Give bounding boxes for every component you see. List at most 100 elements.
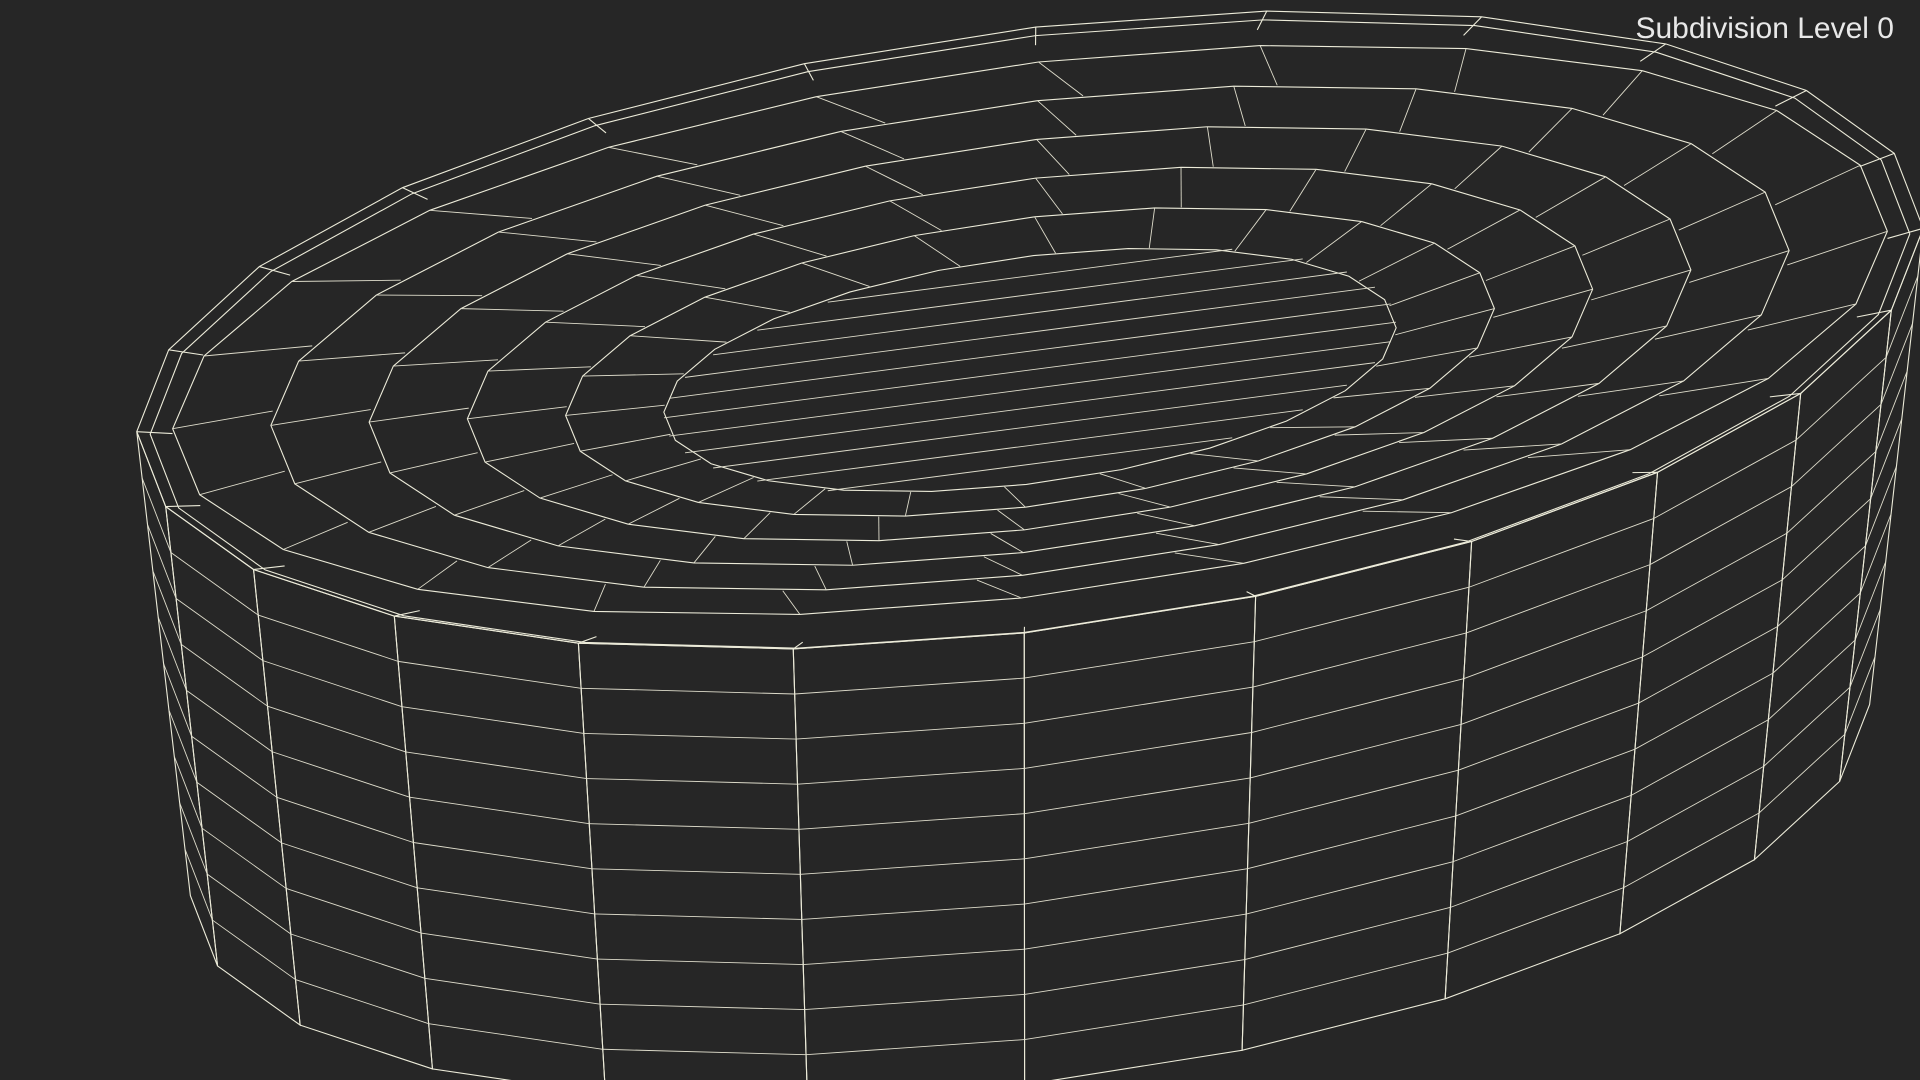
side-row-line — [797, 768, 1025, 785]
side-row-line — [1252, 632, 1467, 688]
side-row-line — [428, 1023, 603, 1050]
radial-edge — [630, 335, 727, 343]
side-row-line — [600, 1003, 805, 1011]
radial-edge — [1036, 139, 1070, 175]
side-row-line — [1768, 639, 1856, 721]
side-row-line — [405, 751, 587, 779]
side-row-line — [170, 552, 259, 616]
side-row-line — [413, 842, 593, 870]
side-row-line — [262, 660, 403, 708]
rim-edge — [588, 118, 607, 134]
side-row-line — [276, 796, 414, 843]
radial-edge — [1582, 218, 1671, 256]
side-row-line — [1246, 861, 1454, 915]
side-row-line — [581, 687, 795, 695]
rim-edge — [1859, 152, 1895, 167]
floor-line — [684, 286, 1376, 378]
radial-edge — [1469, 336, 1573, 358]
side-row-line — [803, 948, 1025, 965]
side-row-line — [1463, 610, 1647, 680]
radial-edge — [487, 539, 532, 568]
side-row-line — [181, 644, 268, 707]
radial-edge — [582, 373, 684, 377]
side-row-line — [1630, 719, 1769, 796]
side-row-line — [295, 979, 429, 1025]
radial-edge — [793, 488, 826, 515]
side-row-line — [794, 677, 1025, 695]
side-row-line — [1781, 498, 1871, 581]
radial-edge — [429, 209, 533, 219]
side-row-line — [1254, 586, 1470, 643]
radial-edge — [753, 233, 827, 257]
radial-edge — [1174, 552, 1244, 564]
radial-edge — [1454, 145, 1503, 190]
radial-edge — [283, 521, 348, 550]
radial-edge — [467, 406, 567, 420]
side-row-line — [1458, 702, 1639, 771]
radial-edge — [1447, 209, 1521, 250]
radial-edge — [1037, 100, 1077, 136]
side-row-line — [175, 598, 264, 661]
radial-edge — [914, 235, 961, 267]
side-row-line — [1642, 579, 1783, 658]
radial-edge — [1344, 128, 1367, 172]
radial-edge — [1270, 426, 1356, 429]
radial-edge — [1399, 437, 1493, 444]
side-row-line — [591, 868, 801, 875]
radial-edge — [298, 352, 406, 362]
side-row-line — [186, 689, 273, 753]
side-row-line — [1646, 532, 1788, 612]
rim-edge — [1246, 591, 1256, 597]
radial-edge — [567, 253, 661, 266]
side-row-line — [1251, 678, 1464, 733]
side-row-line — [1468, 518, 1654, 588]
rim-edge — [1856, 309, 1892, 318]
floor-line — [757, 258, 1303, 331]
radial-edge — [1376, 347, 1478, 367]
radial-edge — [1319, 496, 1404, 501]
subdivision-level-label: Subdivision Level 0 — [1635, 12, 1894, 45]
side-row-line — [1024, 822, 1249, 860]
side-row-line — [1763, 686, 1851, 767]
side-row-line — [1638, 626, 1778, 704]
rim-edge — [1887, 228, 1920, 239]
radial-edge — [1689, 250, 1790, 283]
radial-edge — [1259, 45, 1278, 86]
side-row-line — [1024, 913, 1247, 950]
side-row-line — [1653, 439, 1797, 519]
rim-edge — [165, 504, 201, 508]
side-row-line — [796, 722, 1025, 740]
viewport[interactable]: Subdivision Level 0 — [0, 0, 1920, 1080]
rim-edge — [1639, 43, 1666, 62]
side-row-line — [1791, 404, 1882, 487]
radial-edge — [376, 294, 483, 297]
inner-ring — [565, 207, 1495, 517]
radial-edge — [608, 146, 698, 166]
radial-edge — [1233, 86, 1246, 127]
radial-edge — [1234, 209, 1267, 252]
radial-edge — [1561, 325, 1667, 349]
radial-edge — [704, 296, 790, 313]
radial-edge — [983, 556, 1023, 576]
radial-edge — [743, 512, 771, 540]
side-row-line — [1455, 748, 1636, 817]
side-row-line — [1250, 724, 1462, 779]
radial-edge — [545, 321, 646, 328]
side-row-line — [272, 751, 410, 798]
radial-edge — [484, 443, 575, 463]
inner-ring — [368, 126, 1692, 566]
radial-edge — [368, 506, 437, 533]
radial-edge — [270, 409, 371, 426]
floor-line — [664, 321, 1396, 419]
radial-edge — [904, 491, 912, 517]
side-row-line — [1024, 959, 1245, 995]
tray-rim — [136, 10, 1920, 650]
wireframe-tray-model — [136, 10, 1920, 1080]
radial-edge — [693, 536, 716, 564]
radial-edge — [865, 165, 923, 196]
radial-edge — [1528, 108, 1573, 153]
side-row-line — [1786, 451, 1877, 534]
side-row-line — [398, 660, 582, 689]
radial-edge — [1380, 183, 1433, 227]
radial-edge — [1678, 191, 1766, 231]
